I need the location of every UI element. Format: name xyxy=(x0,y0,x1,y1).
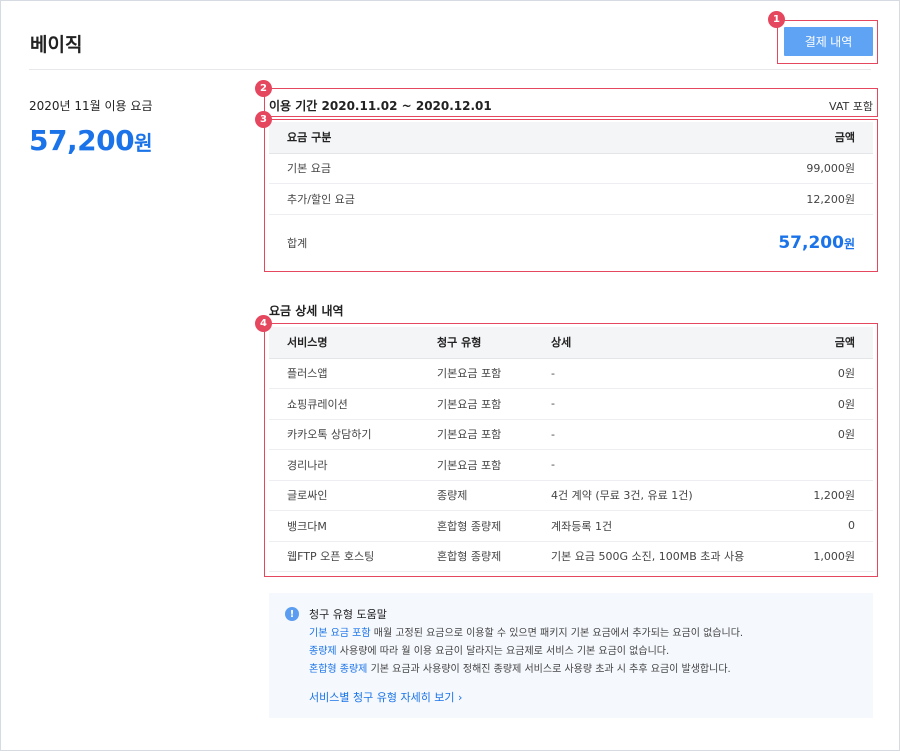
help-lines: 기본 요금 포함 매월 고정된 요금으로 이용할 수 있으면 패키지 기본 요금… xyxy=(309,625,743,679)
annotation-badge-4: 4 xyxy=(255,315,272,332)
billing-type-detail-link[interactable]: 서비스별 청구 유형 자세히 보기 › xyxy=(309,689,462,705)
help-key: 종량제 xyxy=(309,646,337,657)
plan-name: 베이직 xyxy=(30,34,83,56)
help-title: 청구 유형 도움말 xyxy=(309,608,387,621)
annotation-badge-3: 3 xyxy=(255,111,272,128)
help-line: 혼합형 종량제 기본 요금과 사용량이 정해진 종량제 서비스로 사용량 초과 … xyxy=(309,661,743,679)
help-key: 혼합형 종량제 xyxy=(309,664,368,675)
info-icon: ! xyxy=(285,607,299,621)
annotation-box-1 xyxy=(777,20,878,64)
page-header: 베이직 결제 내역 xyxy=(1,1,899,71)
detail-section-title: 요금 상세 내역 xyxy=(269,304,344,318)
annotation-badge-1: 1 xyxy=(768,11,785,28)
annotation-badge-2: 2 xyxy=(255,80,272,97)
usage-amount: 57,200원 xyxy=(29,124,153,157)
annotation-box-4 xyxy=(264,323,878,577)
help-text: 기본 요금과 사용량이 정해진 종량제 서비스로 사용량 초과 시 추후 요금이… xyxy=(367,664,731,675)
annotation-box-2 xyxy=(264,88,878,117)
help-key: 기본 요금 포함 xyxy=(309,628,371,639)
usage-summary: 2020년 11월 이용 요금 57,200원 xyxy=(29,97,153,157)
help-text: 사용량에 따라 월 이용 요금이 달라지는 요금제로 서비스 기본 요금이 없습… xyxy=(336,646,670,657)
usage-amount-value: 57,200 xyxy=(29,124,135,157)
usage-label: 2020년 11월 이용 요금 xyxy=(29,99,153,113)
help-line: 종량제 사용량에 따라 월 이용 요금이 달라지는 요금제로 서비스 기본 요금… xyxy=(309,643,743,661)
usage-amount-unit: 원 xyxy=(134,131,152,155)
annotation-box-3 xyxy=(264,119,878,272)
billing-type-help: ! 청구 유형 도움말 기본 요금 포함 매월 고정된 요금으로 이용할 수 있… xyxy=(269,593,873,718)
help-text: 매월 고정된 요금으로 이용할 수 있으면 패키지 기본 요금에서 추가되는 요… xyxy=(370,628,744,639)
header-divider xyxy=(29,69,871,70)
help-line: 기본 요금 포함 매월 고정된 요금으로 이용할 수 있으면 패키지 기본 요금… xyxy=(309,625,743,643)
billing-page: 베이직 결제 내역 2020년 11월 이용 요금 57,200원 이용 기간 … xyxy=(0,0,900,751)
